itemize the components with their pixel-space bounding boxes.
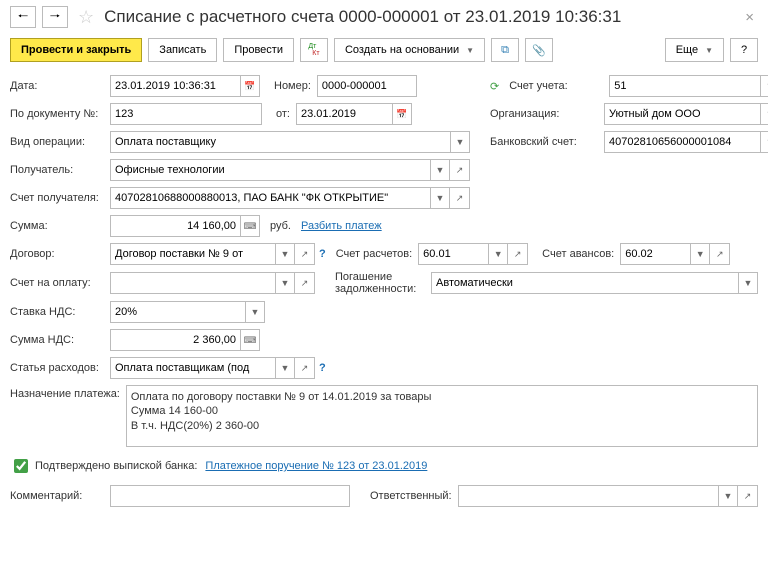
debt-repayment-input[interactable] <box>431 272 738 294</box>
back-button[interactable]: 🠐 <box>10 6 36 28</box>
number-input[interactable] <box>317 75 417 97</box>
advance-account-label: Счет авансов: <box>542 248 614 260</box>
recipient-label: Получатель: <box>10 164 110 176</box>
bank-account-input[interactable] <box>604 131 760 153</box>
purpose-textarea[interactable]: Оплата по договору поставки № 9 от 14.01… <box>126 385 758 447</box>
invoice-input[interactable] <box>110 272 275 294</box>
open-icon[interactable]: ↗ <box>710 243 730 265</box>
chevron-down-icon[interactable]: ▼ <box>738 272 758 294</box>
paperclip-icon: 📎 <box>532 44 546 57</box>
refresh-icon[interactable]: ⟳ <box>490 80 499 93</box>
chevron-down-icon[interactable]: ▼ <box>430 187 450 209</box>
date-label: Дата: <box>10 80 110 92</box>
from-date-input[interactable] <box>296 103 392 125</box>
doc-no-label: По документу №: <box>10 108 110 120</box>
more-button[interactable]: Еще▼ <box>665 38 724 62</box>
recipient-account-input[interactable] <box>110 187 430 209</box>
doc-no-input[interactable] <box>110 103 262 125</box>
chevron-down-icon[interactable]: ▼ <box>760 103 768 125</box>
amount-input[interactable] <box>110 215 240 237</box>
bank-account-label: Банковский счет: <box>490 136 604 148</box>
calculator-icon[interactable]: ⌨ <box>240 329 260 351</box>
vat-amount-input[interactable] <box>110 329 240 351</box>
open-icon[interactable]: ↗ <box>508 243 528 265</box>
calculator-icon[interactable]: ⌨ <box>240 215 260 237</box>
post-and-close-button[interactable]: Провести и закрыть <box>10 38 142 62</box>
account-label: Счет учета: <box>509 80 609 92</box>
open-icon[interactable]: ↗ <box>295 357 315 379</box>
recipient-input[interactable] <box>110 159 430 181</box>
save-button[interactable]: Записать <box>148 38 217 62</box>
number-label: Номер: <box>274 80 317 92</box>
chevron-down-icon[interactable]: ▼ <box>450 131 470 153</box>
structure-button[interactable]: ⧉ <box>491 38 519 62</box>
responsible-input[interactable] <box>458 485 718 507</box>
account-input[interactable] <box>609 75 760 97</box>
chevron-down-icon[interactable]: ▼ <box>275 243 295 265</box>
post-button[interactable]: Провести <box>223 38 294 62</box>
responsible-label: Ответственный: <box>370 490 452 502</box>
window-title: Списание с расчетного счета 0000-000001 … <box>104 7 735 27</box>
chevron-down-icon[interactable]: ▼ <box>760 131 768 153</box>
calendar-icon[interactable]: 📅 <box>392 103 412 125</box>
chevron-down-icon[interactable]: ▼ <box>760 75 768 97</box>
operation-type-input[interactable] <box>110 131 450 153</box>
open-icon[interactable]: ↗ <box>450 187 470 209</box>
chevron-down-icon[interactable]: ▼ <box>275 272 295 294</box>
chevron-down-icon[interactable]: ▼ <box>275 357 295 379</box>
expense-item-label: Статья расходов: <box>10 362 110 374</box>
vat-amount-label: Сумма НДС: <box>10 334 110 346</box>
contract-label: Договор: <box>10 248 110 260</box>
help-icon[interactable]: ? <box>315 248 330 260</box>
invoice-label: Счет на оплату: <box>10 277 110 289</box>
date-input[interactable] <box>110 75 240 97</box>
organization-label: Организация: <box>490 108 604 120</box>
organization-input[interactable] <box>604 103 760 125</box>
forward-button[interactable]: 🠒 <box>42 6 68 28</box>
open-icon[interactable]: ↗ <box>450 159 470 181</box>
dt-kt-button[interactable]: Дт Кт <box>300 38 328 62</box>
structure-icon: ⧉ <box>501 44 509 57</box>
chevron-down-icon[interactable]: ▼ <box>245 301 265 323</box>
debt-repayment-label: Погашение задолженности: <box>335 271 425 295</box>
comment-input[interactable] <box>110 485 350 507</box>
favorite-star-icon[interactable]: ☆ <box>74 7 98 28</box>
chevron-down-icon[interactable]: ▼ <box>430 159 450 181</box>
open-icon[interactable]: ↗ <box>738 485 758 507</box>
open-icon[interactable]: ↗ <box>295 243 315 265</box>
from-label: от: <box>276 108 296 120</box>
currency-label: руб. <box>270 220 291 232</box>
contract-input[interactable] <box>110 243 275 265</box>
amount-label: Сумма: <box>10 220 110 232</box>
recipient-account-label: Счет получателя: <box>10 192 110 204</box>
close-icon[interactable]: × <box>741 9 758 26</box>
attach-button[interactable]: 📎 <box>525 38 553 62</box>
purpose-label: Назначение платежа: <box>10 385 126 400</box>
calendar-icon[interactable]: 📅 <box>240 75 260 97</box>
dt-kt-icon: Дт Кт <box>308 43 319 57</box>
settlement-account-input[interactable] <box>418 243 488 265</box>
confirmed-label: Подтверждено выпиской банка: <box>35 460 197 472</box>
create-based-on-button[interactable]: Создать на основании▼ <box>334 38 485 62</box>
chevron-down-icon[interactable]: ▼ <box>488 243 508 265</box>
payment-order-link[interactable]: Платежное поручение № 123 от 23.01.2019 <box>205 460 427 472</box>
chevron-down-icon: ▼ <box>705 46 713 55</box>
open-icon[interactable]: ↗ <box>295 272 315 294</box>
help-icon[interactable]: ? <box>315 362 330 374</box>
chevron-down-icon[interactable]: ▼ <box>718 485 738 507</box>
expense-item-input[interactable] <box>110 357 275 379</box>
vat-rate-label: Ставка НДС: <box>10 306 110 318</box>
operation-type-label: Вид операции: <box>10 136 110 148</box>
vat-rate-input[interactable] <box>110 301 245 323</box>
chevron-down-icon[interactable]: ▼ <box>690 243 710 265</box>
settlement-account-label: Счет расчетов: <box>336 248 412 260</box>
help-button[interactable]: ? <box>730 38 758 62</box>
confirmed-checkbox[interactable] <box>14 459 28 473</box>
advance-account-input[interactable] <box>620 243 690 265</box>
chevron-down-icon: ▼ <box>466 46 474 55</box>
comment-label: Комментарий: <box>10 490 110 502</box>
split-payment-link[interactable]: Разбить платеж <box>301 220 382 232</box>
